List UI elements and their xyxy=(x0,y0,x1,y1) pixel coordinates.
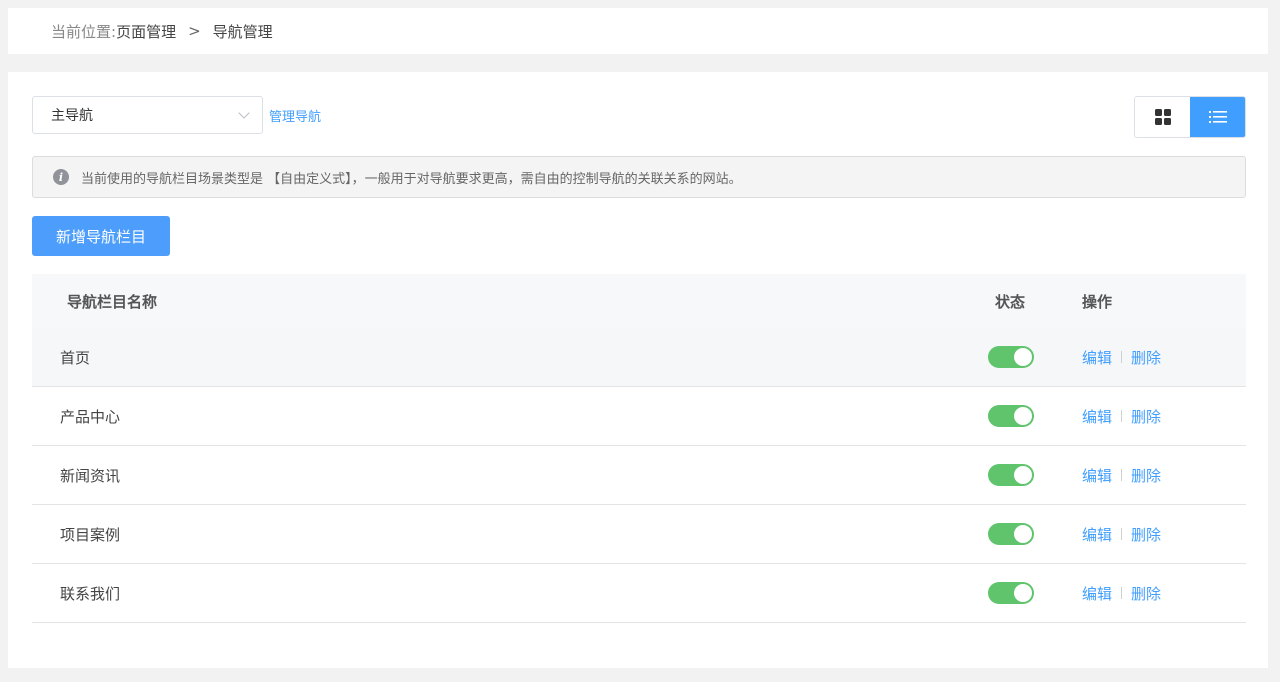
table-row: 新闻资讯 编辑 删除 xyxy=(32,446,1246,505)
row-name: 联系我们 xyxy=(60,584,121,603)
edit-link[interactable]: 编辑 xyxy=(1082,524,1112,545)
list-icon xyxy=(1208,111,1227,123)
add-nav-item-button[interactable]: 新增导航栏目 xyxy=(32,216,170,256)
nav-select[interactable]: 主导航 xyxy=(32,96,263,134)
list-view-button[interactable] xyxy=(1190,97,1245,137)
row-name: 项目案例 xyxy=(60,525,121,544)
divider xyxy=(1121,587,1123,599)
row-name: 产品中心 xyxy=(60,407,121,426)
table-header: 导航栏目名称 状态 操作 xyxy=(32,274,1246,328)
delete-link[interactable]: 删除 xyxy=(1131,406,1161,427)
divider xyxy=(1121,469,1123,481)
status-toggle[interactable] xyxy=(988,523,1034,545)
divider xyxy=(1121,351,1123,363)
status-toggle[interactable] xyxy=(988,582,1034,604)
info-icon: i xyxy=(53,169,69,185)
breadcrumb: 当前位置: 页面管理 > 导航管理 xyxy=(8,8,1268,54)
status-toggle[interactable] xyxy=(988,464,1034,486)
delete-link[interactable]: 删除 xyxy=(1131,524,1161,545)
nav-table: 导航栏目名称 状态 操作 首页 编辑 删除 产品中心 编辑 删除 新闻资讯 编辑… xyxy=(32,274,1246,623)
header-name: 导航栏目名称 xyxy=(67,292,158,311)
breadcrumb-prefix: 当前位置: xyxy=(51,22,117,41)
delete-link[interactable]: 删除 xyxy=(1131,583,1161,604)
status-toggle[interactable] xyxy=(988,346,1034,368)
edit-link[interactable]: 编辑 xyxy=(1082,347,1112,368)
notice-text: 当前使用的导航栏目场景类型是 【自由定义式】，一般用于对导航要求更高，需自由的控… xyxy=(81,171,742,187)
manage-nav-link[interactable]: 管理导航 xyxy=(269,106,321,125)
nav-select-value: 主导航 xyxy=(51,108,93,124)
grid-view-button[interactable] xyxy=(1135,97,1190,137)
header-status: 状态 xyxy=(995,292,1026,311)
delete-link[interactable]: 删除 xyxy=(1131,347,1161,368)
table-row: 首页 编辑 删除 xyxy=(32,328,1246,387)
table-row: 产品中心 编辑 删除 xyxy=(32,387,1246,446)
divider xyxy=(1121,528,1123,540)
status-toggle[interactable] xyxy=(988,405,1034,427)
view-toggle xyxy=(1134,96,1246,138)
delete-link[interactable]: 删除 xyxy=(1131,465,1161,486)
row-name: 新闻资讯 xyxy=(60,466,121,485)
table-row: 项目案例 编辑 删除 xyxy=(32,505,1246,564)
table-row: 联系我们 编辑 删除 xyxy=(32,564,1246,623)
header-ops: 操作 xyxy=(1082,292,1113,311)
info-notice: i 当前使用的导航栏目场景类型是 【自由定义式】，一般用于对导航要求更高，需自由… xyxy=(32,156,1246,198)
edit-link[interactable]: 编辑 xyxy=(1082,406,1112,427)
divider xyxy=(1121,410,1123,422)
row-name: 首页 xyxy=(60,348,91,367)
chevron-down-icon xyxy=(238,107,250,119)
breadcrumb-item-page-management[interactable]: 页面管理 xyxy=(116,21,176,42)
grid-icon xyxy=(1154,109,1171,125)
breadcrumb-separator: > xyxy=(188,22,201,40)
edit-link[interactable]: 编辑 xyxy=(1082,583,1112,604)
breadcrumb-item-nav-management: 导航管理 xyxy=(212,22,273,41)
edit-link[interactable]: 编辑 xyxy=(1082,465,1112,486)
main-panel: 主导航 管理导航 i 当前使用的导航栏目场景类型是 【自由定义式】，一般用于对导… xyxy=(8,72,1268,668)
